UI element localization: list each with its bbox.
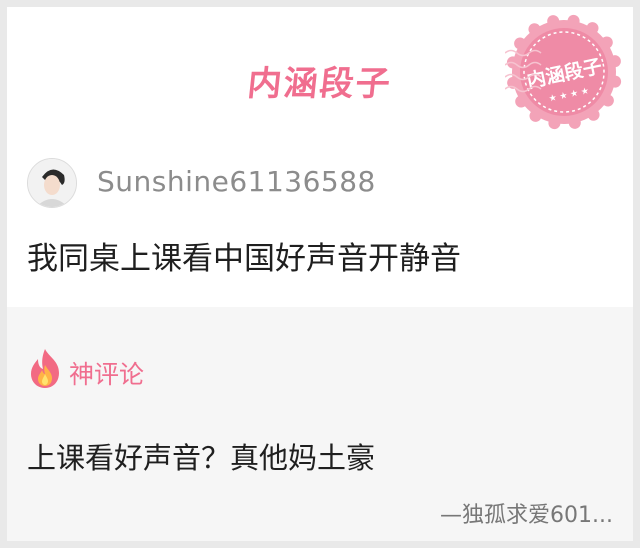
- avatar[interactable]: [27, 158, 77, 208]
- comment-author[interactable]: —独孤求爱601...: [440, 497, 613, 529]
- comment-text: 上课看好声音？真他妈土豪: [27, 441, 376, 475]
- user-avatar-icon: [28, 159, 76, 207]
- username[interactable]: Sunshine61136588: [97, 165, 376, 198]
- hot-comment-title: 神评论: [69, 360, 145, 389]
- post-card: 内涵段子 内涵段子 ★ ★ ★ ★ Sunshine61136588 我同桌上课…: [7, 7, 633, 541]
- post: Sunshine61136588 我同桌上课看中国好声音开静音: [7, 147, 633, 307]
- hot-comment-section: 神评论 上课看好声音？真他妈土豪 —独孤求爱601...: [7, 307, 633, 541]
- brand-header: 内涵段子 内涵段子 ★ ★ ★ ★: [7, 7, 633, 147]
- flame-icon: [31, 349, 59, 388]
- post-text: 我同桌上课看中国好声音开静音: [27, 241, 461, 277]
- stamp-logo: 内涵段子 ★ ★ ★ ★: [505, 14, 622, 130]
